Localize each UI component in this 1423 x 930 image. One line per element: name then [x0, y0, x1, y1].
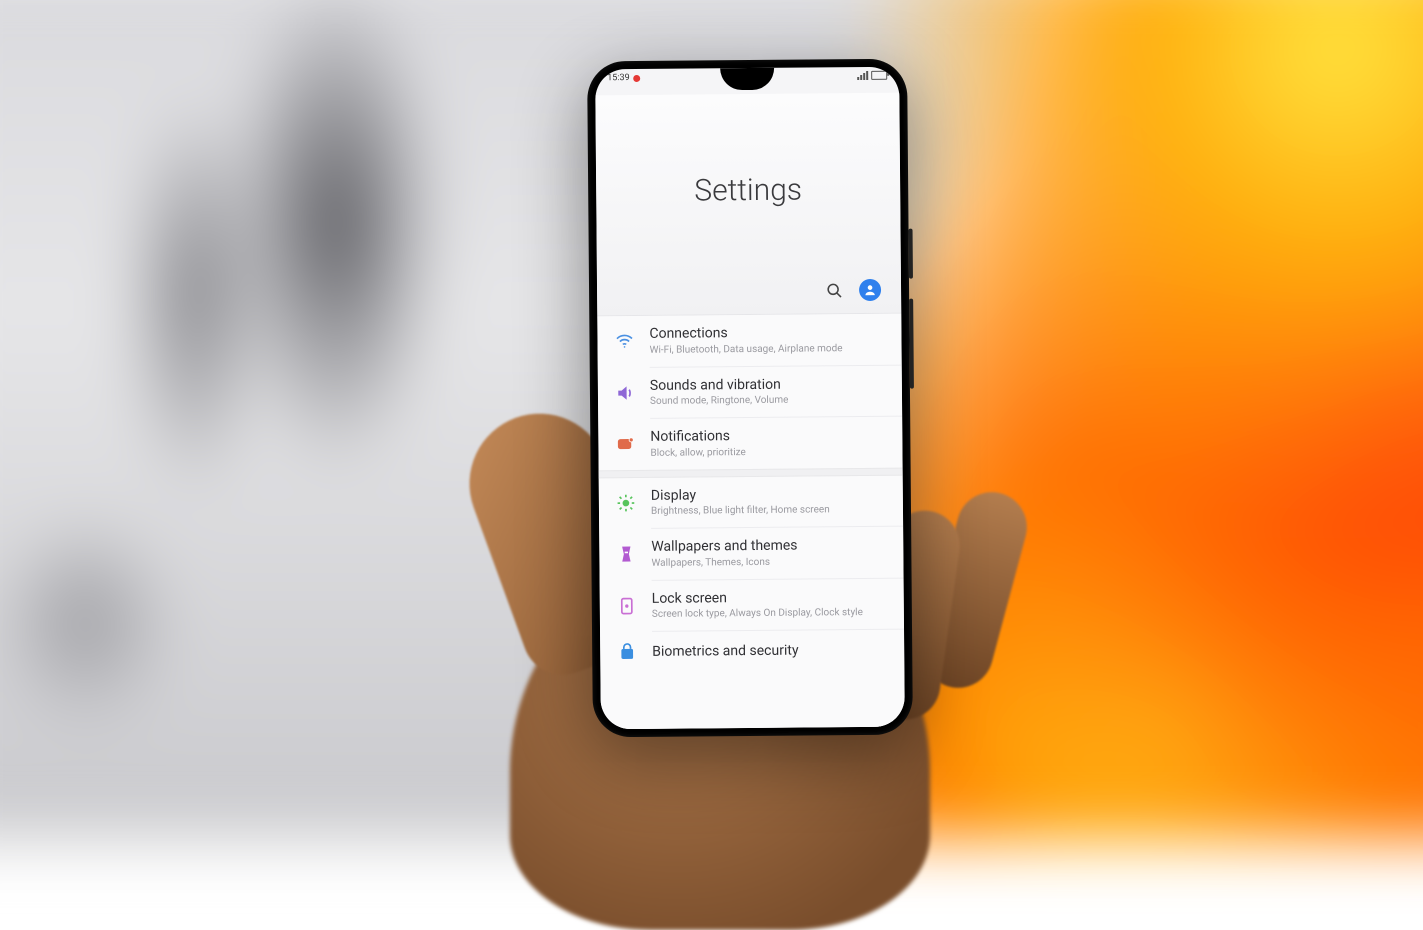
user-icon	[863, 283, 877, 297]
settings-item-display[interactable]: DisplayBrightness, Blue light filter, Ho…	[599, 475, 903, 528]
settings-item-subtitle: Block, allow, prioritize	[650, 444, 884, 459]
settings-item-subtitle: Wi-Fi, Bluetooth, Data usage, Airplane m…	[650, 341, 884, 356]
search-icon	[825, 282, 842, 299]
display-icon	[615, 492, 637, 514]
settings-item-title: Connections	[649, 324, 883, 344]
settings-item-title: Notifications	[650, 427, 884, 447]
bottom-fade	[601, 703, 905, 730]
side-button	[909, 229, 913, 279]
settings-list[interactable]: ConnectionsWi-Fi, Bluetooth, Data usage,…	[597, 314, 905, 730]
phone-frame: 15:39 Settings ConnectionsWi-Fi, Bluetoo…	[587, 59, 913, 738]
settings-item-title: Lock screen	[652, 588, 886, 608]
settings-item-notif[interactable]: NotificationsBlock, allow, prioritize	[598, 417, 902, 470]
signal-icon	[857, 71, 868, 80]
settings-item-bio[interactable]: Biometrics and security	[600, 630, 904, 675]
wallpaper-icon	[615, 543, 637, 565]
recording-indicator-icon	[634, 74, 641, 81]
settings-item-title: Wallpapers and themes	[651, 537, 885, 557]
settings-item-subtitle: Sound mode, Ringtone, Volume	[650, 393, 884, 408]
settings-item-wallpaper[interactable]: Wallpapers and themesWallpapers, Themes,…	[599, 527, 903, 580]
bio-icon	[616, 642, 638, 664]
settings-item-sound[interactable]: Sounds and vibrationSound mode, Ringtone…	[598, 365, 902, 418]
wifi-icon	[613, 330, 635, 352]
phone-screen: 15:39 Settings ConnectionsWi-Fi, Bluetoo…	[595, 67, 905, 730]
settings-item-lock[interactable]: Lock screenScreen lock type, Always On D…	[600, 578, 904, 631]
settings-item-subtitle: Wallpapers, Themes, Icons	[651, 554, 885, 569]
settings-header: Settings	[595, 93, 901, 317]
side-button	[909, 299, 914, 389]
settings-item-title: Biometrics and security	[652, 642, 886, 662]
settings-item-subtitle: Screen lock type, Always On Display, Clo…	[652, 606, 886, 621]
battery-icon	[871, 71, 887, 80]
notif-icon	[614, 433, 636, 455]
page-title: Settings	[595, 93, 901, 282]
account-button[interactable]	[859, 279, 881, 301]
status-time: 15:39	[607, 73, 630, 83]
settings-item-wifi[interactable]: ConnectionsWi-Fi, Bluetooth, Data usage,…	[597, 314, 901, 367]
settings-item-title: Sounds and vibration	[650, 375, 884, 395]
sound-icon	[614, 382, 636, 404]
lock-icon	[616, 595, 638, 617]
search-button[interactable]	[823, 279, 845, 301]
settings-item-subtitle: Brightness, Blue light filter, Home scre…	[651, 503, 885, 518]
settings-item-title: Display	[651, 485, 885, 505]
